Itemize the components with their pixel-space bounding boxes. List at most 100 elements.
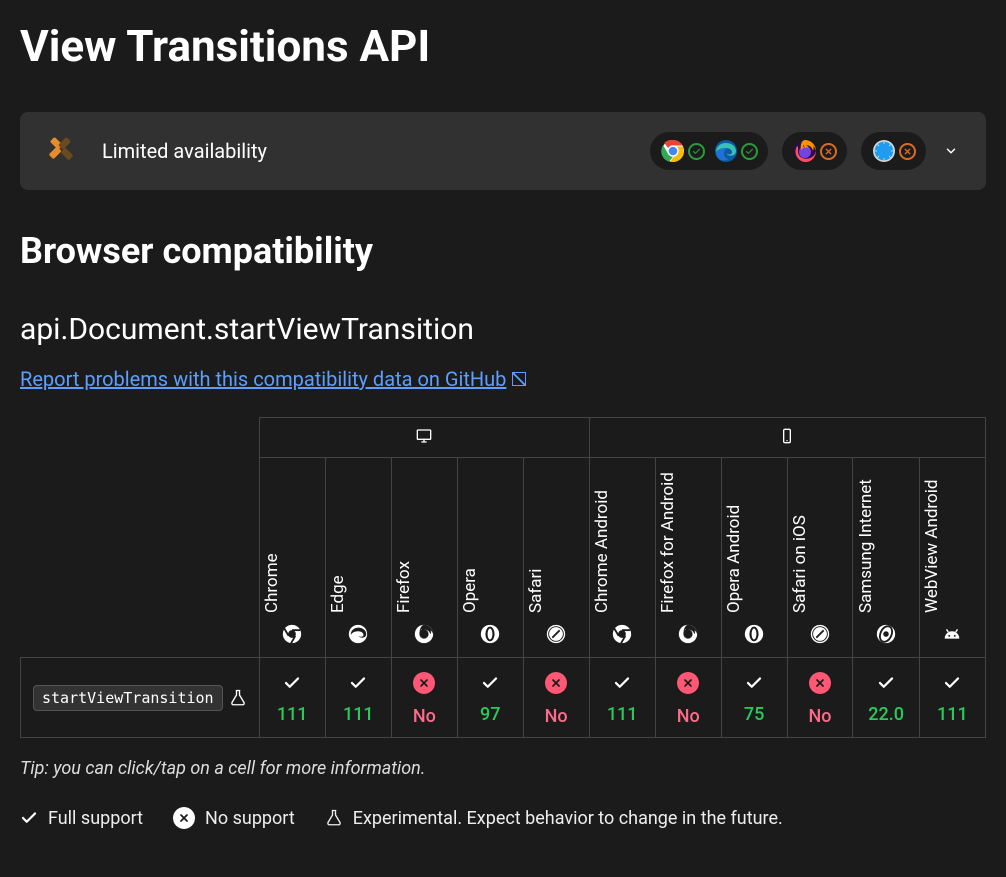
support-cell[interactable]: No [787, 658, 853, 738]
browser-label: Chrome Android [592, 490, 612, 613]
legend-no-support: No support [173, 807, 295, 829]
samsung_internet-icon [875, 623, 897, 645]
support-value: No [808, 706, 831, 727]
x-icon [809, 672, 831, 694]
opera_android-icon [743, 623, 765, 645]
browser-header-opera_android: Opera Android [721, 458, 787, 658]
webview_android-icon [941, 623, 963, 645]
mobile-icon [777, 428, 797, 444]
support-cell[interactable]: No [391, 658, 457, 738]
browser-label: Opera [460, 568, 480, 613]
firefox-badge [792, 138, 837, 164]
baseline-label: Limited availability [102, 139, 267, 163]
legend: Full support No support Experimental. Ex… [20, 807, 986, 829]
browser-label: Safari [526, 569, 546, 613]
report-issue-link[interactable]: Report problems with this compatibility … [20, 367, 526, 391]
browser-label: Safari on iOS [790, 515, 810, 613]
browser-support-pill [782, 132, 847, 170]
page-title: View Transitions API [20, 20, 986, 72]
safari-icon [871, 138, 897, 164]
browser-header-chrome: Chrome [259, 458, 325, 658]
check-icon [688, 143, 705, 160]
opera-icon [479, 623, 501, 645]
legend-experimental: Experimental. Expect behavior to change … [325, 808, 783, 829]
edge-icon [713, 138, 739, 164]
support-value: 111 [607, 704, 638, 725]
desktop-icon [414, 428, 434, 444]
safari_ios-icon [809, 623, 831, 645]
browser-header-firefox_android: Firefox for Android [655, 458, 721, 658]
compat-table: Chrome Edge Firefox Opera Safari Chrome … [20, 417, 986, 738]
support-value: No [545, 706, 568, 727]
baseline-banner: Limited availability [20, 112, 986, 190]
check-icon [613, 674, 631, 692]
feature-name: startViewTransition [33, 685, 223, 711]
support-cell[interactable]: No [523, 658, 589, 738]
report-issue-link-text: Report problems with this compatibility … [20, 367, 506, 391]
support-cell[interactable]: 75 [721, 658, 787, 738]
browser-label: Opera Android [724, 505, 744, 613]
x-icon [545, 672, 567, 694]
browser-header-chrome_android: Chrome Android [589, 458, 655, 658]
edge-badge [713, 138, 758, 164]
baseline-limited-icon [44, 137, 84, 165]
chrome-icon [281, 623, 303, 645]
check-icon [943, 674, 961, 692]
support-value: 111 [343, 704, 374, 725]
browser-label: Samsung Internet [856, 479, 876, 613]
x-icon [899, 143, 916, 160]
support-value: 97 [480, 704, 500, 725]
support-cell[interactable]: No [655, 658, 721, 738]
x-icon [413, 672, 435, 694]
chrome-icon [660, 138, 686, 164]
chrome-badge [660, 138, 705, 164]
browser-header-edge: Edge [325, 458, 391, 658]
feature-cell: startViewTransition [21, 658, 260, 738]
support-cell[interactable]: 111 [259, 658, 325, 738]
expand-baseline-button[interactable] [940, 140, 962, 162]
section-title: Browser compatibility [20, 230, 986, 272]
browser-header-webview_android: WebView Android [919, 458, 985, 658]
mobile-platform-header [589, 418, 985, 458]
browser-header-samsung_internet: Samsung Internet [853, 458, 919, 658]
edge-icon [347, 623, 369, 645]
firefox-icon [413, 623, 435, 645]
check-icon [283, 674, 301, 692]
legend-full-label: Full support [48, 808, 143, 829]
safari-badge [871, 138, 916, 164]
browser-label: Firefox for Android [658, 472, 678, 613]
chrome_android-icon [611, 623, 633, 645]
browser-label: Firefox [394, 561, 414, 613]
support-cell[interactable]: 22.0 [853, 658, 919, 738]
firefox-icon [792, 138, 818, 164]
browser-header-safari: Safari [523, 458, 589, 658]
baseline-browser-pills [650, 132, 962, 170]
legend-full-support: Full support [20, 808, 143, 829]
check-icon [745, 674, 763, 692]
legend-experimental-label: Experimental. Expect behavior to change … [353, 808, 783, 829]
table-tip: Tip: you can click/tap on a cell for mor… [20, 758, 986, 779]
table-corner [21, 418, 260, 658]
browser-header-safari_ios: Safari on iOS [787, 458, 853, 658]
api-path: api.Document.startViewTransition [20, 312, 986, 347]
check-icon [349, 674, 367, 692]
support-value: 22.0 [868, 704, 904, 725]
browser-label: WebView Android [922, 480, 942, 613]
browser-header-firefox: Firefox [391, 458, 457, 658]
support-cell[interactable]: 97 [457, 658, 523, 738]
support-value: No [677, 706, 700, 727]
safari-icon [545, 623, 567, 645]
support-cell[interactable]: 111 [589, 658, 655, 738]
support-cell[interactable]: 111 [325, 658, 391, 738]
browser-header-opera: Opera [457, 458, 523, 658]
x-icon [173, 807, 195, 829]
desktop-platform-header [259, 418, 589, 458]
support-value: 75 [744, 704, 764, 725]
check-icon [481, 674, 499, 692]
x-icon [677, 672, 699, 694]
browser-label: Chrome [262, 553, 282, 613]
browser-label: Edge [328, 575, 348, 613]
x-icon [820, 143, 837, 160]
support-cell[interactable]: 111 [919, 658, 985, 738]
browser-support-pill [650, 132, 768, 170]
